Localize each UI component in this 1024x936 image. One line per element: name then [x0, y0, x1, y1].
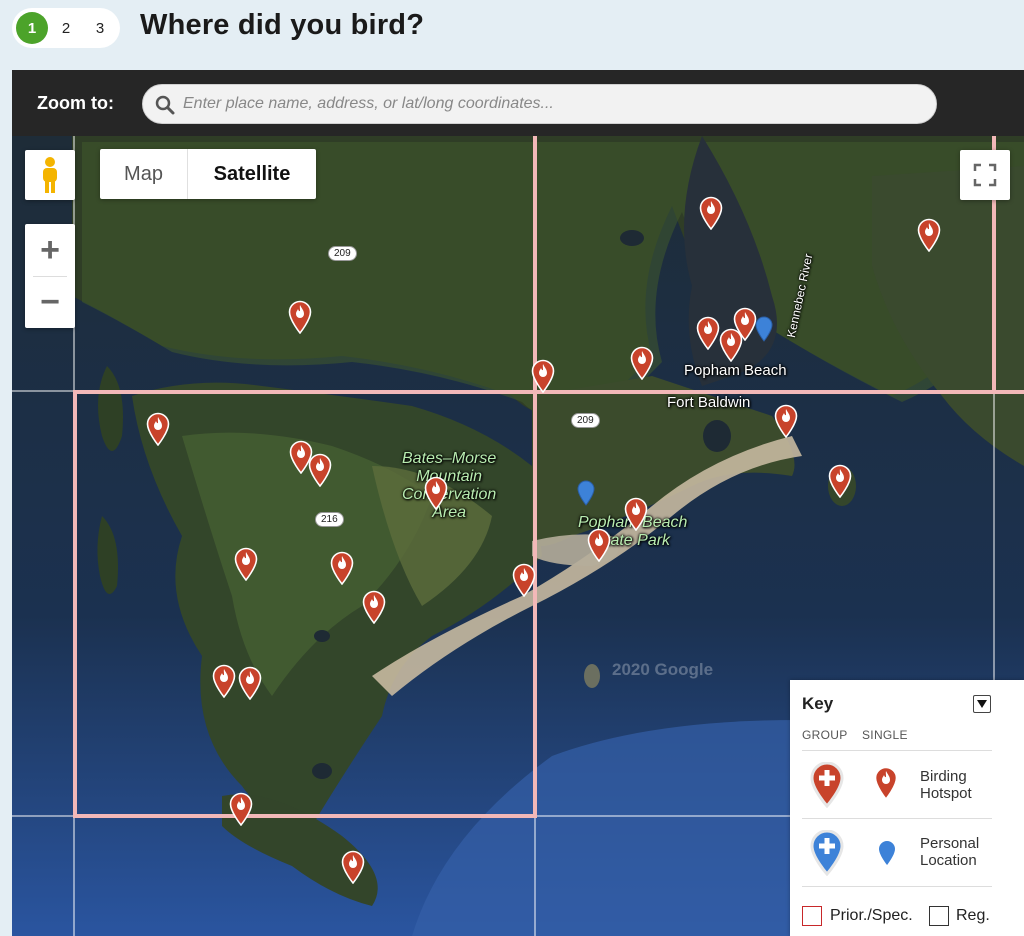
prior-spec-swatch	[802, 906, 822, 926]
route-shield-216: 216	[315, 512, 344, 527]
map-key: Key GROUP SINGLE Birding Hotspot Persona…	[790, 680, 1024, 936]
key-col-single: SINGLE	[862, 728, 908, 742]
step-2[interactable]: 2	[50, 12, 82, 44]
hotspot-pin[interactable]	[512, 563, 536, 597]
label-line: Area	[432, 504, 467, 521]
map-canvas[interactable]: Popham Beach Fort Baldwin Popham Beach S…	[12, 136, 1024, 936]
pegman-icon	[43, 157, 57, 193]
zoom-label: Zoom to:	[37, 93, 114, 113]
street-view-pegman[interactable]	[25, 150, 75, 200]
hotspot-pin[interactable]	[146, 412, 170, 446]
hotspot-pin[interactable]	[774, 404, 798, 438]
label-line: Conservation	[402, 486, 497, 503]
zoom-control: + −	[25, 224, 75, 328]
step-3[interactable]: 3	[84, 12, 116, 44]
hotspot-pin[interactable]	[229, 792, 253, 826]
hotspot-pin[interactable]	[424, 476, 448, 510]
divider	[802, 886, 992, 887]
caret-down-icon	[977, 700, 987, 708]
hotspot-pin[interactable]	[341, 850, 365, 884]
hotspot-pin[interactable]	[531, 359, 555, 393]
label-popham-beach: Popham Beach	[684, 362, 787, 379]
hotspot-pin[interactable]	[288, 300, 312, 334]
fullscreen-button[interactable]	[960, 150, 1010, 200]
hotspot-pin[interactable]	[719, 328, 743, 362]
route-shield-209: 209	[328, 246, 357, 261]
prior-spec-label: Prior./Spec.	[830, 907, 913, 924]
hotspot-pin[interactable]	[624, 497, 648, 531]
hotspot-pin[interactable]	[917, 218, 941, 252]
divider	[802, 818, 992, 819]
zoom-in-button[interactable]: +	[25, 224, 75, 276]
hotspot-group-icon	[810, 762, 844, 808]
key-col-group: GROUP	[802, 728, 848, 742]
divider	[802, 750, 992, 751]
hotspot-pin[interactable]	[362, 590, 386, 624]
hotspot-single-icon	[874, 766, 898, 800]
key-label-line: Location	[920, 852, 977, 869]
personal-group-icon	[810, 830, 844, 876]
map-type-map-button[interactable]: Map	[100, 149, 188, 199]
label-line: Bates–Morse	[402, 450, 497, 467]
label-line: Mountain	[416, 468, 483, 485]
hotspot-pin[interactable]	[212, 664, 236, 698]
route-shield-209: 209	[571, 413, 600, 428]
personal-single-icon	[879, 841, 895, 865]
hotspot-pin[interactable]	[238, 666, 262, 700]
label-bates-morse: Bates–Morse Mountain Conservation Area	[402, 450, 496, 522]
page-title: Where did you bird?	[140, 9, 425, 41]
map-copyright: 2020 Google	[612, 660, 714, 679]
location-search[interactable]	[142, 84, 937, 124]
location-search-input[interactable]	[183, 92, 923, 116]
key-collapse-toggle[interactable]	[973, 695, 991, 713]
step-indicator: 1 2 3	[12, 8, 120, 48]
hotspot-pin[interactable]	[696, 316, 720, 350]
step-1[interactable]: 1	[16, 12, 48, 44]
hotspot-pin[interactable]	[630, 346, 654, 380]
hotspot-pin[interactable]	[308, 453, 332, 487]
key-personal-label: Personal Location	[920, 835, 979, 869]
reg-swatch	[929, 906, 949, 926]
key-label-line: Birding	[920, 768, 967, 785]
hotspot-pin[interactable]	[330, 551, 354, 585]
zoom-out-button[interactable]: −	[25, 276, 75, 328]
search-icon	[155, 95, 175, 115]
key-label-line: Hotspot	[920, 785, 972, 802]
personal-location-pin[interactable]	[577, 480, 595, 506]
key-label-line: Personal	[920, 835, 980, 852]
fullscreen-icon	[973, 163, 997, 187]
hotspot-pin[interactable]	[587, 528, 611, 562]
key-title: Key	[802, 694, 834, 713]
personal-location-pin[interactable]	[755, 316, 773, 342]
key-hotspot-label: Birding Hotspot	[920, 768, 972, 802]
reg-label: Reg.	[956, 907, 990, 924]
label-fort-baldwin: Fort Baldwin	[667, 394, 751, 411]
hotspot-pin[interactable]	[234, 547, 258, 581]
zoom-bar: Zoom to:	[12, 70, 1024, 136]
divider	[33, 276, 67, 277]
hotspot-pin[interactable]	[828, 464, 852, 498]
map-type-satellite-button[interactable]: Satellite	[188, 149, 316, 199]
map-type-toggle: Map Satellite	[100, 149, 316, 199]
hotspot-pin[interactable]	[699, 196, 723, 230]
